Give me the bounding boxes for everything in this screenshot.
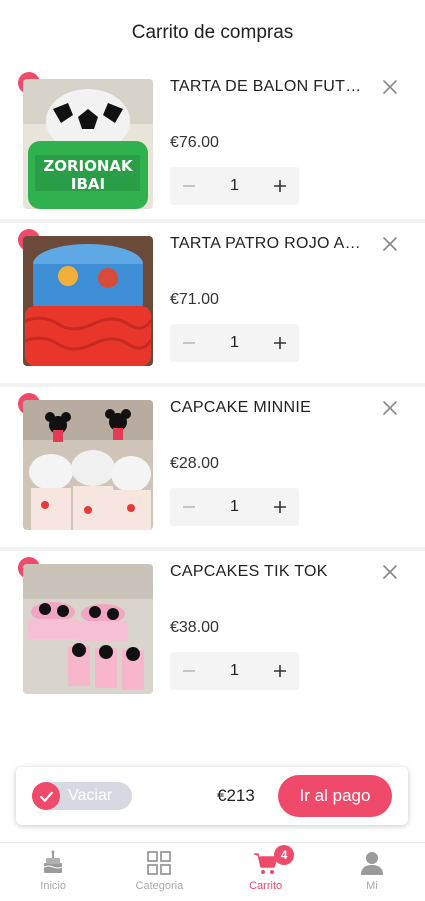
increase-button[interactable] [261,167,299,205]
check-icon [39,791,53,802]
quantity-value[interactable]: 1 [208,662,261,680]
quantity-stepper: 1 [170,167,299,205]
page-header: Carrito de compras [0,0,425,66]
item-title[interactable]: TARTA PATRO ROJO AZUL [170,235,370,253]
quantity-value[interactable]: 1 [208,177,261,195]
item-title[interactable]: TARTA DE BALON FUTBOL IBAI [170,78,370,96]
cart-item: CAPCAKES TIK TOK €38.00 1 [0,551,425,711]
tab-label: Carrito [249,880,283,892]
remove-item-icon[interactable] [381,563,399,581]
tab-label: Inicio [40,880,66,892]
remove-item-icon[interactable] [381,235,399,253]
bottom-tab-bar: Inicio Categoria 4 Carrito Mi [0,842,425,901]
quantity-stepper: 1 [170,652,299,690]
svg-text:IBAI: IBAI [71,175,105,193]
quantity-value[interactable]: 1 [208,498,261,516]
decrease-button[interactable] [170,488,208,526]
cake-icon [43,850,63,873]
plus-icon [274,180,286,192]
item-price: €71.00 [170,291,219,308]
item-title[interactable]: CAPCAKES TIK TOK [170,563,370,581]
product-image[interactable] [23,564,153,694]
item-price: €76.00 [170,134,219,151]
product-image[interactable]: ZORIONAK IBAI [23,79,153,209]
quantity-stepper: 1 [170,488,299,526]
checkout-bar: Vaciar €213 Ir al pago [16,767,408,825]
tab-inicio[interactable]: Inicio [0,843,106,901]
quantity-stepper: 1 [170,324,299,362]
minus-icon [183,185,195,187]
plus-icon [274,665,286,677]
tab-categoria[interactable]: Categoria [106,843,212,901]
decrease-button[interactable] [170,167,208,205]
page-title: Carrito de compras [131,22,294,43]
increase-button[interactable] [261,488,299,526]
tab-label: Mi [366,880,378,892]
decrease-button[interactable] [170,652,208,690]
increase-button[interactable] [261,324,299,362]
item-price: €28.00 [170,455,219,472]
cart-item: ZORIONAK IBAI TARTA DE BALON FUTBOL IBAI… [0,66,425,223]
svg-text:ZORIONAK: ZORIONAK [43,157,134,175]
quantity-value[interactable]: 1 [208,334,261,352]
cart-total: €213 [217,786,255,805]
tab-label: Categoria [135,880,184,892]
minus-icon [183,506,195,508]
remove-item-icon[interactable] [381,399,399,417]
cart-item: CAPCAKE MINNIE €28.00 1 [0,387,425,551]
item-title[interactable]: CAPCAKE MINNIE [170,399,370,417]
clear-cart-toggle[interactable]: Vaciar [32,782,132,810]
product-image[interactable] [23,400,153,530]
grid-icon [147,851,172,875]
minus-icon [183,670,195,672]
minus-icon [183,342,195,344]
remove-item-icon[interactable] [381,78,399,96]
tab-carrito[interactable]: 4 Carrito [213,843,319,901]
plus-icon [274,501,286,513]
increase-button[interactable] [261,652,299,690]
plus-icon [274,337,286,349]
product-image[interactable] [23,236,153,366]
cart-count-badge: 4 [274,845,295,865]
checkout-button[interactable]: Ir al pago [278,775,392,817]
select-all-check[interactable] [32,782,60,810]
cart-item: TARTA PATRO ROJO AZUL €71.00 1 [0,223,425,387]
tab-mi[interactable]: Mi [319,843,425,901]
decrease-button[interactable] [170,324,208,362]
user-icon [360,852,383,875]
item-price: €38.00 [170,619,219,636]
clear-cart-label: Vaciar [68,787,113,804]
